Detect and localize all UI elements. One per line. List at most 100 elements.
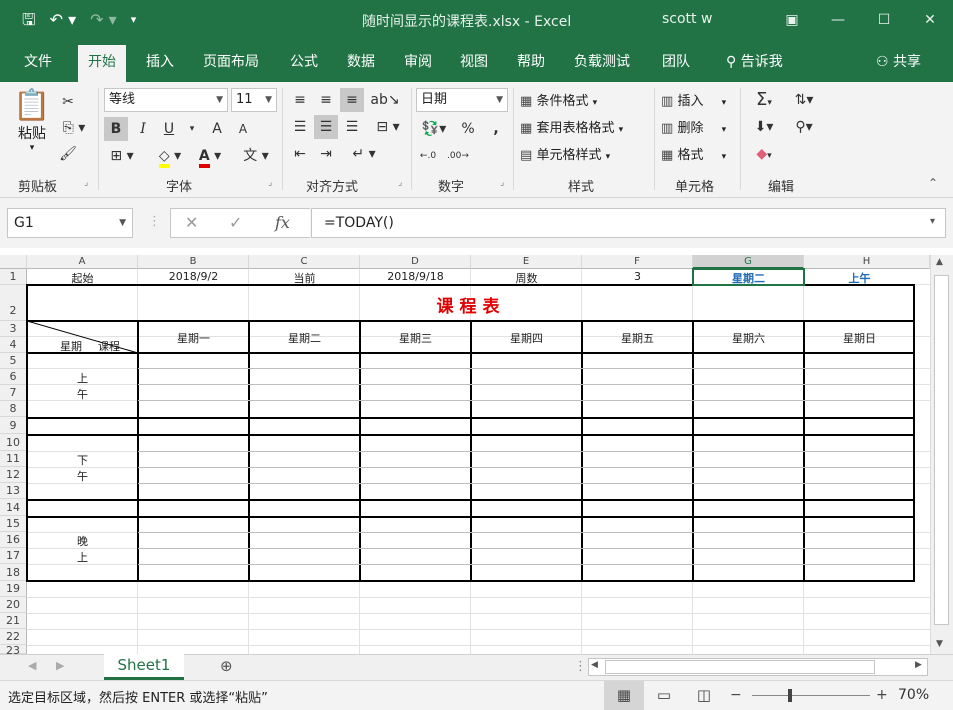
row-header[interactable]: 11 (0, 451, 27, 467)
row-header[interactable]: 17 (0, 548, 27, 564)
row-header[interactable]: 2 (0, 285, 27, 321)
format-as-table-button[interactable]: ▦ 套用表格格式 ▾ (520, 117, 623, 136)
column-header[interactable]: E (471, 255, 582, 269)
tab-page-layout[interactable]: 页面布局 (193, 45, 269, 82)
copy-icon[interactable]: ⎘ ▾ (56, 116, 92, 140)
tab-tell-me[interactable]: ⚲ 告诉我 (716, 45, 793, 82)
zoom-slider[interactable] (752, 689, 870, 702)
align-bottom-icon[interactable]: ≡ (340, 88, 364, 112)
orientation-icon[interactable]: ab↘ (370, 88, 400, 112)
cell-b1[interactable]: 2018/9/2 (138, 270, 249, 283)
alignment-launcher-icon[interactable]: ⌟ (398, 178, 402, 188)
number-format-combo[interactable]: 日期 ▼ (416, 88, 508, 112)
sort-filter-icon[interactable]: ⇅▾ (786, 88, 822, 112)
format-painter-icon[interactable]: 🖌 (56, 142, 80, 166)
minimize-icon[interactable]: — (815, 0, 861, 40)
bold-button[interactable]: B (104, 117, 128, 141)
align-center-icon[interactable]: ☰ (314, 115, 338, 139)
normal-view-icon[interactable]: ▦ (604, 681, 644, 710)
save-icon[interactable]: 🖫 (22, 10, 36, 30)
day-header[interactable]: 星期三 (360, 330, 471, 346)
find-select-icon[interactable]: ⚲▾ (786, 115, 822, 139)
column-header[interactable]: F (582, 255, 693, 269)
row-header[interactable]: 14 (0, 499, 27, 516)
scroll-down-icon[interactable]: ▼ (936, 639, 943, 649)
tab-data[interactable]: 数据 (337, 45, 385, 82)
page-layout-view-icon[interactable]: ▭ (644, 681, 684, 710)
decrease-indent-icon[interactable]: ⇤ (288, 142, 312, 166)
name-box[interactable]: G1 ▼ (7, 208, 133, 238)
row-header[interactable]: 19 (0, 581, 27, 597)
hscroll-thumb[interactable] (605, 660, 875, 674)
day-header[interactable]: 星期五 (582, 330, 693, 346)
close-icon[interactable]: ✕ (907, 0, 953, 40)
scroll-right-icon[interactable]: ▶ (915, 660, 922, 670)
share-button[interactable]: ⚇ 共享 (866, 45, 931, 82)
zoom-level[interactable]: 70% (898, 687, 929, 703)
row-header[interactable]: 1 (0, 269, 27, 285)
page-break-view-icon[interactable]: ◫ (684, 681, 724, 710)
increase-indent-icon[interactable]: ⇥ (314, 142, 338, 166)
undo-icon[interactable]: ↶ ▾ (50, 10, 77, 30)
customize-qat-icon[interactable]: ▾ (131, 10, 137, 30)
font-launcher-icon[interactable]: ⌟ (268, 178, 272, 188)
collapse-ribbon-icon[interactable]: ⌃ (928, 176, 938, 190)
row-header[interactable]: 16 (0, 532, 27, 548)
font-color-button[interactable]: A ▾ (192, 144, 228, 168)
cut-icon[interactable]: ✂ (56, 90, 80, 114)
worksheet-grid[interactable]: A B C D E F G H 1 2 3 4 5 6 7 8 9 10 11 … (0, 255, 930, 654)
horizontal-scrollbar[interactable]: ◀ ▶ (588, 658, 928, 676)
row-header[interactable]: 15 (0, 516, 27, 532)
font-name-combo[interactable]: 等线 ▼ (104, 88, 228, 112)
shrink-font-button[interactable]: A (231, 117, 255, 141)
column-header[interactable]: D (360, 255, 471, 269)
fill-icon[interactable]: ⬇▾ (746, 115, 782, 139)
number-launcher-icon[interactable]: ⌟ (500, 178, 504, 188)
zoom-slider-knob[interactable] (788, 689, 792, 702)
merge-center-icon[interactable]: ⊟ ▾ (370, 115, 406, 139)
ribbon-display-icon[interactable]: ▣ (769, 0, 815, 40)
column-header[interactable]: A (27, 255, 138, 269)
wrap-text-icon[interactable]: ↵ ▾ (346, 142, 382, 166)
row-header[interactable]: 10 (0, 434, 27, 451)
row-header[interactable]: 13 (0, 483, 27, 499)
day-header[interactable]: 星期四 (471, 330, 582, 346)
row-header[interactable]: 4 (0, 337, 27, 353)
row-header[interactable]: 21 (0, 613, 27, 629)
tab-load-test[interactable]: 负载测试 (564, 45, 640, 82)
period-afternoon-2[interactable]: 午 (27, 468, 138, 484)
next-sheet-icon[interactable]: ▶ (56, 659, 64, 672)
clipboard-launcher-icon[interactable]: ⌟ (84, 178, 88, 188)
row-header[interactable]: 18 (0, 564, 27, 581)
borders-icon[interactable]: ⊞ ▾ (104, 144, 140, 168)
period-morning-2[interactable]: 午 (27, 386, 138, 402)
align-middle-icon[interactable]: ≡ (314, 88, 338, 112)
delete-cells-button[interactable]: ▥ 删除 ▾ (661, 117, 726, 136)
cell-f1[interactable]: 3 (582, 270, 693, 283)
formula-input[interactable]: =TODAY() (311, 208, 946, 238)
tab-team[interactable]: 团队 (652, 45, 700, 82)
tab-home[interactable]: 开始 (78, 45, 126, 82)
row-header[interactable]: 3 (0, 321, 27, 337)
row-header[interactable]: 22 (0, 629, 27, 645)
insert-cells-button[interactable]: ▥ 插入 ▾ (661, 90, 726, 109)
vertical-scrollbar[interactable]: ▲ ▼ (930, 255, 953, 654)
clear-icon[interactable]: ◆▾ (746, 142, 782, 166)
comma-style-button[interactable]: , (484, 117, 508, 141)
cell-styles-button[interactable]: ▤ 单元格样式 ▾ (520, 144, 610, 163)
split-grip-icon[interactable]: ⋮ (574, 659, 587, 674)
day-header[interactable]: 星期日 (804, 330, 915, 346)
select-all-corner[interactable] (0, 255, 27, 269)
row-header[interactable]: 7 (0, 385, 27, 401)
zoom-in-icon[interactable]: + (876, 687, 888, 703)
row-header[interactable]: 6 (0, 369, 27, 385)
row-header[interactable]: 5 (0, 353, 27, 369)
align-top-icon[interactable]: ≡ (288, 88, 312, 112)
row-header[interactable]: 20 (0, 597, 27, 613)
increase-decimal-icon[interactable]: ←.0 (416, 144, 440, 168)
phonetic-guide-button[interactable]: 文 ▾ (236, 144, 276, 168)
align-left-icon[interactable]: ☰ (288, 115, 312, 139)
conditional-formatting-button[interactable]: ▦ 条件格式 ▾ (520, 90, 597, 109)
period-evening-1[interactable]: 晚 (27, 533, 138, 549)
chevron-down-icon[interactable]: ▾ (180, 117, 204, 141)
